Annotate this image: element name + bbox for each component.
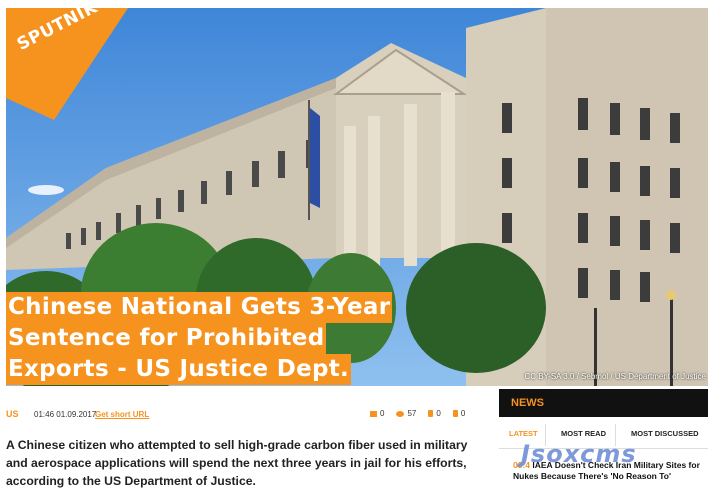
article-stats: 0 57 0 0 <box>370 409 465 418</box>
headline-line-3: Exports - US Justice Dept. <box>6 354 352 385</box>
news-widget-header: NEWS <box>499 389 708 417</box>
news-widget-title: NEWS <box>511 397 544 409</box>
thumb-down-icon[interactable] <box>452 410 458 417</box>
tab-latest[interactable]: LATEST <box>509 429 538 438</box>
watermark: Jsoxcms <box>521 440 637 468</box>
headline-line-2: Sentence for Prohibited <box>6 323 327 354</box>
article-lead: A Chinese citizen who attempted to sell … <box>6 438 468 488</box>
like-count: 0 <box>436 409 441 418</box>
eye-icon <box>396 410 405 417</box>
view-count: 57 <box>407 409 417 418</box>
thumb-up-icon[interactable] <box>428 410 434 417</box>
article-meta: US 01:46 01.09.2017 Get short URL 0 57 0… <box>6 409 486 423</box>
timestamp: 01:46 01.09.2017 <box>34 410 97 419</box>
comment-count: 0 <box>380 409 385 418</box>
headline-line-1: Chinese National Gets 3-Year <box>6 292 393 323</box>
article-headline: Chinese National Gets 3-Year Sentence fo… <box>6 292 393 385</box>
tab-most-discussed[interactable]: MOST DISCUSSED <box>631 429 699 438</box>
category-link[interactable]: US <box>6 409 19 419</box>
photo-credit: CC BY-SA 3.0 / Sebmol / US Department of… <box>524 372 706 381</box>
short-url-link[interactable]: Get short URL <box>95 410 149 419</box>
tab-most-read[interactable]: MOST READ <box>561 429 606 438</box>
dislike-count: 0 <box>460 409 466 418</box>
comment-icon[interactable] <box>370 410 377 417</box>
